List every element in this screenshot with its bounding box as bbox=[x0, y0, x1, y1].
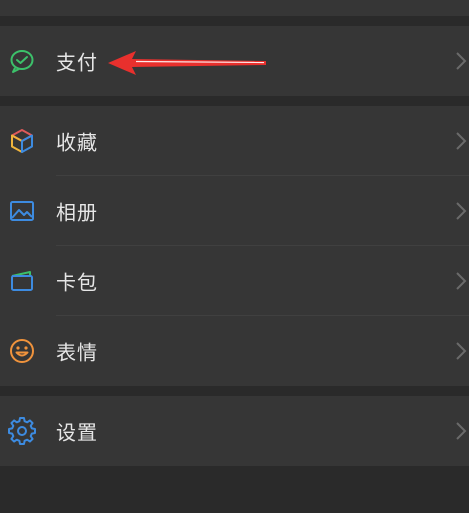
chevron-right-icon bbox=[455, 421, 467, 441]
chevron-right-icon bbox=[455, 131, 467, 151]
menu-item-cards[interactable]: 卡包 bbox=[0, 246, 469, 316]
wechat-pay-icon bbox=[8, 47, 36, 75]
chevron-right-icon bbox=[455, 271, 467, 291]
chevron-right-icon bbox=[455, 51, 467, 71]
chevron-right-icon bbox=[455, 341, 467, 361]
menu-item-stickers[interactable]: 表情 bbox=[0, 316, 469, 386]
smiley-icon bbox=[8, 337, 36, 365]
menu-item-stickers-label: 表情 bbox=[56, 340, 98, 365]
top-section-strip bbox=[0, 0, 469, 16]
wallet-icon bbox=[8, 267, 36, 295]
settings-group: 设置 bbox=[0, 396, 469, 466]
cube-icon bbox=[8, 127, 36, 155]
chevron-right-icon bbox=[455, 201, 467, 221]
menu-item-favorites-label: 收藏 bbox=[56, 130, 98, 155]
menu-item-settings[interactable]: 设置 bbox=[0, 396, 469, 466]
menu-item-pay[interactable]: 支付 bbox=[0, 26, 469, 96]
image-icon bbox=[8, 197, 36, 225]
menu-item-cards-label: 卡包 bbox=[56, 270, 98, 295]
menu-item-album-label: 相册 bbox=[56, 200, 98, 225]
tools-group: 收藏 相册 卡包 表情 bbox=[0, 106, 469, 386]
gear-icon bbox=[8, 417, 36, 445]
menu-item-settings-label: 设置 bbox=[56, 420, 98, 445]
menu-item-pay-label: 支付 bbox=[56, 50, 98, 75]
menu-item-favorites[interactable]: 收藏 bbox=[0, 106, 469, 176]
menu-item-album[interactable]: 相册 bbox=[0, 176, 469, 246]
me-page-screen: 支付 收藏 相册 卡包 表情 设置 bbox=[0, 0, 469, 513]
pay-group: 支付 bbox=[0, 26, 469, 96]
